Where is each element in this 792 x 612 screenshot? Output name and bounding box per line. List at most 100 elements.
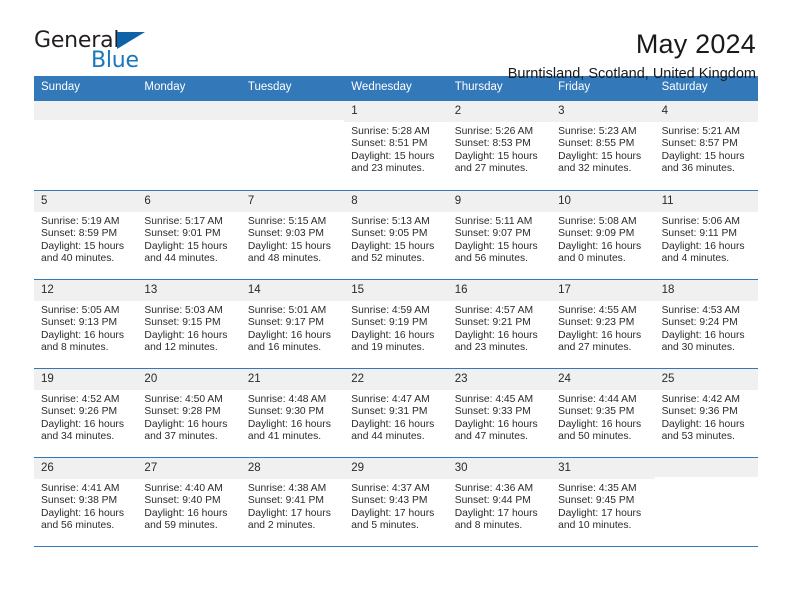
- day-cell[interactable]: 16 Sunrise: 4:57 AM Sunset: 9:21 PM Dayligh…: [447, 279, 552, 368]
- day-details: Sunrise: 4:44 AM Sunset: 9:35 PM Daylight:…: [551, 390, 654, 444]
- day-number: 26: [34, 457, 138, 480]
- day-cell[interactable]: 11 Sunrise: 5:06 AM Sunset: 9:11 PM Dayligh…: [654, 190, 758, 279]
- sunset-text: Sunset: 9:05 PM: [351, 228, 428, 240]
- daylight-text: Daylight: 16 hours and 50 minutes.: [558, 418, 642, 443]
- sunrise-text: Sunrise: 5:05 AM: [41, 305, 120, 317]
- day-number: 4: [654, 100, 758, 123]
- calendar-grid: Sunday Monday Tuesday Wednesday Thursday…: [34, 76, 758, 547]
- day-cell[interactable]: 19 Sunrise: 4:52 AM Sunset: 9:26 PM Dayligh…: [34, 368, 138, 457]
- day-cell[interactable]: 3 Sunrise: 5:23 AM Sunset: 8:55 PM Daylight…: [551, 100, 655, 190]
- calendar-weeks: 1 Sunrise: 5:28 AM Sunset: 8:51 PM Daylight…: [34, 100, 758, 546]
- triangle-icon: [117, 32, 145, 49]
- day-cell[interactable]: 12 Sunrise: 5:05 AM Sunset: 9:13 PM Dayligh…: [34, 279, 138, 368]
- day-details: Sunrise: 5:23 AM Sunset: 8:55 PM Daylight:…: [551, 122, 654, 176]
- day-cell[interactable]: 14 Sunrise: 5:01 AM Sunset: 9:17 PM Dayligh…: [240, 279, 345, 368]
- day-details: Sunrise: 4:38 AM Sunset: 9:41 PM Daylight:…: [241, 479, 344, 533]
- calendar-week-row: 26 Sunrise: 4:41 AM Sunset: 9:38 PM Dayligh…: [34, 456, 758, 546]
- day-cell[interactable]: 24 Sunrise: 4:44 AM Sunset: 9:35 PM Dayligh…: [551, 368, 655, 457]
- daylight-text: Daylight: 16 hours and 19 minutes.: [351, 329, 435, 354]
- day-cell[interactable]: 13 Sunrise: 5:03 AM Sunset: 9:15 PM Dayligh…: [137, 279, 241, 368]
- day-cell[interactable]: 15 Sunrise: 4:59 AM Sunset: 9:19 PM Dayligh…: [344, 279, 448, 368]
- daylight-text: Daylight: 17 hours and 8 minutes.: [454, 507, 538, 532]
- day-cell[interactable]: 31 Sunrise: 4:35 AM Sunset: 9:45 PM Dayligh…: [551, 457, 655, 546]
- day-cell[interactable]: 8 Sunrise: 5:13 AM Sunset: 9:05 PM Daylight…: [344, 190, 448, 279]
- sunset-text: Sunset: 9:15 PM: [144, 317, 221, 329]
- daylight-text: Daylight: 15 hours and 23 minutes.: [351, 150, 435, 175]
- day-cell[interactable]: 21 Sunrise: 4:48 AM Sunset: 9:30 PM Dayligh…: [240, 368, 345, 457]
- day-details: Sunrise: 4:37 AM Sunset: 9:43 PM Daylight:…: [344, 479, 447, 533]
- sunset-text: Sunset: 9:21 PM: [454, 317, 531, 329]
- calendar-week-row: 19 Sunrise: 4:52 AM Sunset: 9:26 PM Dayligh…: [34, 367, 758, 457]
- day-details: Sunrise: 4:47 AM Sunset: 9:31 PM Daylight:…: [344, 390, 447, 444]
- day-cell[interactable]: 23 Sunrise: 4:45 AM Sunset: 9:33 PM Dayligh…: [447, 368, 552, 457]
- day-cell[interactable]: 25 Sunrise: 4:42 AM Sunset: 9:36 PM Dayligh…: [654, 368, 758, 457]
- day-number: 24: [551, 368, 655, 391]
- day-cell-empty: [654, 457, 758, 546]
- sunrise-text: Sunrise: 5:13 AM: [351, 216, 430, 228]
- sunset-text: Sunset: 9:01 PM: [144, 228, 221, 240]
- day-cell[interactable]: 29 Sunrise: 4:37 AM Sunset: 9:43 PM Dayligh…: [344, 457, 448, 546]
- sunset-text: Sunset: 9:43 PM: [351, 495, 428, 507]
- day-cell[interactable]: 27 Sunrise: 4:40 AM Sunset: 9:40 PM Dayligh…: [137, 457, 241, 546]
- day-cell[interactable]: 4 Sunrise: 5:21 AM Sunset: 8:57 PM Daylight…: [654, 100, 758, 190]
- day-cell[interactable]: 7 Sunrise: 5:15 AM Sunset: 9:03 PM Daylight…: [240, 190, 345, 279]
- daylight-text: Daylight: 16 hours and 8 minutes.: [41, 329, 124, 354]
- day-cell[interactable]: 22 Sunrise: 4:47 AM Sunset: 9:31 PM Dayligh…: [344, 368, 448, 457]
- day-cell[interactable]: 10 Sunrise: 5:08 AM Sunset: 9:09 PM Dayligh…: [551, 190, 655, 279]
- day-details: Sunrise: 4:45 AM Sunset: 9:33 PM Daylight:…: [448, 390, 551, 444]
- daylight-text: Daylight: 15 hours and 27 minutes.: [454, 150, 538, 175]
- day-cell[interactable]: 1 Sunrise: 5:28 AM Sunset: 8:51 PM Daylight…: [344, 100, 448, 190]
- daylight-text: Daylight: 17 hours and 10 minutes.: [558, 507, 642, 532]
- day-number: 23: [447, 368, 552, 391]
- day-details: Sunrise: 5:28 AM Sunset: 8:51 PM Daylight:…: [344, 122, 447, 176]
- day-cell[interactable]: 5 Sunrise: 5:19 AM Sunset: 8:59 PM Daylight…: [34, 190, 138, 279]
- day-cell[interactable]: 30 Sunrise: 4:36 AM Sunset: 9:44 PM Dayligh…: [447, 457, 552, 546]
- sunset-text: Sunset: 8:53 PM: [454, 138, 531, 150]
- day-cell[interactable]: 18 Sunrise: 4:53 AM Sunset: 9:24 PM Dayligh…: [654, 279, 758, 368]
- daylight-text: Daylight: 16 hours and 30 minutes.: [661, 329, 745, 354]
- sunset-text: Sunset: 9:36 PM: [661, 406, 738, 418]
- day-details: Sunrise: 4:42 AM Sunset: 9:36 PM Daylight:…: [655, 390, 758, 444]
- daylight-text: Daylight: 16 hours and 44 minutes.: [351, 418, 435, 443]
- sunset-text: Sunset: 9:23 PM: [558, 317, 635, 329]
- weekday-header-wednesday: Wednesday: [351, 81, 412, 93]
- daylight-text: Daylight: 16 hours and 56 minutes.: [41, 507, 124, 532]
- calendar-week-row: 5 Sunrise: 5:19 AM Sunset: 8:59 PM Daylight…: [34, 189, 758, 279]
- sunrise-text: Sunrise: 4:47 AM: [351, 394, 430, 406]
- sunrise-text: Sunrise: 4:38 AM: [247, 483, 327, 495]
- sunset-text: Sunset: 9:24 PM: [661, 317, 738, 329]
- day-number: 31: [551, 457, 655, 480]
- day-cell[interactable]: 20 Sunrise: 4:50 AM Sunset: 9:28 PM Dayligh…: [137, 368, 241, 457]
- day-number: 8: [344, 190, 448, 213]
- sunrise-text: Sunrise: 4:40 AM: [144, 483, 223, 495]
- sunset-text: Sunset: 9:13 PM: [41, 317, 118, 329]
- brand-name-blue: Blue: [91, 48, 139, 73]
- day-number: 9: [447, 190, 552, 213]
- day-number: 2: [447, 100, 552, 123]
- sunset-text: Sunset: 9:07 PM: [454, 228, 531, 240]
- day-cell[interactable]: 9 Sunrise: 5:11 AM Sunset: 9:07 PM Daylight…: [447, 190, 552, 279]
- daylight-text: Daylight: 15 hours and 56 minutes.: [454, 240, 538, 265]
- sunrise-text: Sunrise: 4:36 AM: [454, 483, 534, 495]
- daylight-text: Daylight: 15 hours and 40 minutes.: [41, 240, 124, 265]
- daylight-text: Daylight: 16 hours and 4 minutes.: [661, 240, 745, 265]
- day-details: Sunrise: 5:15 AM Sunset: 9:03 PM Daylight:…: [241, 212, 344, 266]
- day-details: Sunrise: 4:41 AM Sunset: 9:38 PM Daylight:…: [34, 479, 137, 533]
- day-cell[interactable]: 17 Sunrise: 4:55 AM Sunset: 9:23 PM Dayligh…: [551, 279, 655, 368]
- brand-logo[interactable]: General Blue: [34, 30, 164, 82]
- daylight-text: Daylight: 17 hours and 5 minutes.: [351, 507, 435, 532]
- page-title: May 2024: [635, 29, 756, 59]
- day-cell[interactable]: 26 Sunrise: 4:41 AM Sunset: 9:38 PM Dayligh…: [34, 457, 138, 546]
- day-cell[interactable]: 6 Sunrise: 5:17 AM Sunset: 9:01 PM Daylight…: [137, 190, 241, 279]
- sunrise-text: Sunrise: 4:41 AM: [41, 483, 120, 495]
- weekday-header-tuesday: Tuesday: [247, 81, 292, 93]
- sunset-text: Sunset: 9:35 PM: [558, 406, 635, 418]
- day-cell[interactable]: 28 Sunrise: 4:38 AM Sunset: 9:41 PM Dayligh…: [240, 457, 345, 546]
- daylight-text: Daylight: 16 hours and 34 minutes.: [41, 418, 124, 443]
- day-cell[interactable]: 2 Sunrise: 5:26 AM Sunset: 8:53 PM Daylight…: [447, 100, 552, 190]
- day-details: Sunrise: 4:36 AM Sunset: 9:44 PM Daylight:…: [448, 479, 551, 533]
- sunrise-text: Sunrise: 5:28 AM: [351, 126, 430, 138]
- sunrise-text: Sunrise: 5:03 AM: [144, 305, 223, 317]
- day-number: 7: [240, 190, 345, 213]
- daylight-text: Daylight: 16 hours and 53 minutes.: [661, 418, 745, 443]
